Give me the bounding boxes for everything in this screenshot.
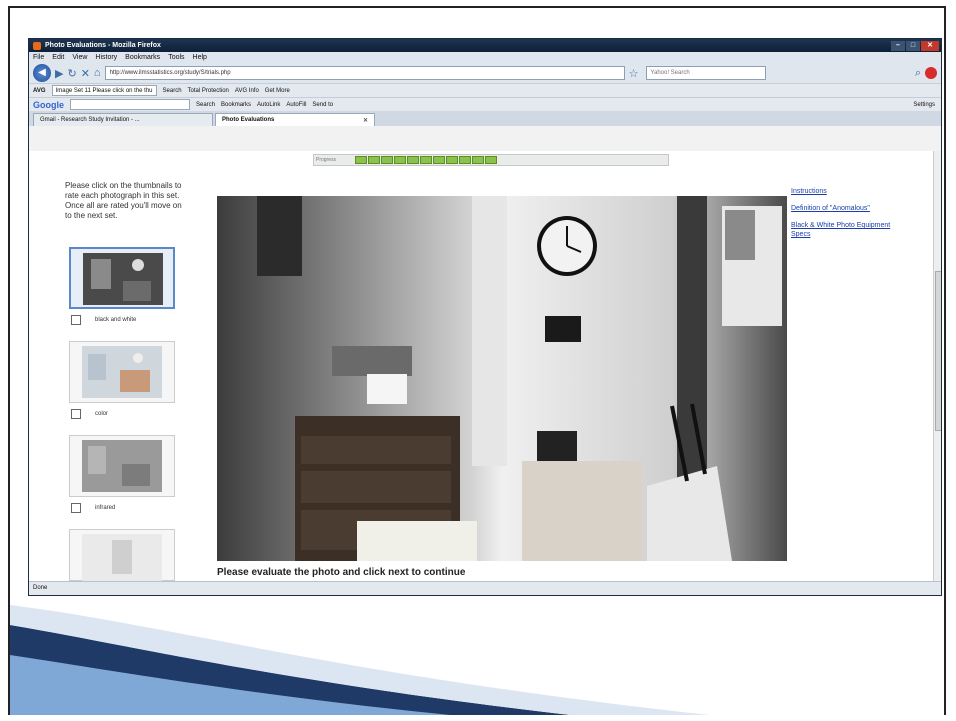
help-links: Instructions Definition of "Anomalous" B… [791,187,911,247]
progress-segment [446,156,458,164]
anomalous-definition-link[interactable]: Definition of "Anomalous" [791,204,911,213]
search-icon[interactable]: ⌕ [915,67,921,80]
image-set-field[interactable]: Image Set 11 Please click on the thu [51,85,157,96]
browser-window: Photo Evaluations - Mozilla Firefox – □ … [28,38,942,596]
thumbnail-black-and-white[interactable] [69,247,175,309]
settings-button[interactable]: Settings [913,102,935,108]
google-search-button[interactable]: Search [196,102,215,108]
search-placeholder: Yahoo! Search [650,70,690,76]
thumbnail-checkbox[interactable] [71,315,81,325]
google-bookmarks-button[interactable]: Bookmarks [221,102,251,108]
menu-bookmarks[interactable]: Bookmarks [125,54,160,61]
tab-strip: Gmail - Research Study Invitation - ... … [29,111,941,126]
progress-fill [355,156,497,164]
stop-icon[interactable]: ✕ [81,67,90,80]
progress-segment [394,156,406,164]
instructions-text: Please click on the thumbnails to rate e… [65,181,182,220]
autolink-button[interactable]: AutoLink [257,102,280,108]
thumbnail-label: color [95,411,109,417]
avg-search-button[interactable]: Search [163,88,182,94]
room-photo-image [217,196,787,561]
progress-bar: Progress [313,154,669,166]
progress-segment [433,156,445,164]
thumbnail-checkbox[interactable] [71,503,81,513]
reload-icon[interactable]: ↻ [67,67,76,80]
progress-segment [485,156,497,164]
evaluation-prompt: Please evaluate the photo and click next… [217,567,466,578]
vertical-scrollbar[interactable] [933,151,941,581]
close-button[interactable]: ✕ [921,40,939,51]
tab-gmail[interactable]: Gmail - Research Study Invitation - ... [33,113,213,126]
equipment-specs-link[interactable]: Black & White Photo Equipment Specs [791,221,911,239]
photo-tab-label: Photo Evaluations [222,117,275,123]
window-title: Photo Evaluations - Mozilla Firefox [45,42,161,49]
bookmark-star-icon[interactable]: ☆ [629,67,639,80]
google-toolbar: Google Search Bookmarks AutoLink AutoFil… [29,97,941,111]
thumbnail-infrared[interactable] [69,435,175,497]
thumbnail-label: black and white [95,317,137,323]
thumbnail-image [83,253,163,305]
status-text: Done [33,585,48,591]
progress-segment [368,156,380,164]
send-to-button[interactable]: Send to [312,102,333,108]
main-photo [217,196,787,561]
total-protection-button[interactable]: Total Protection [188,88,229,94]
menu-file[interactable]: File [33,54,44,61]
page-content: Progress Please click on the thumbnails … [29,151,941,586]
avg-label[interactable]: AVG [33,88,46,94]
instructions-link[interactable]: Instructions [791,187,911,196]
title-bar: Photo Evaluations - Mozilla Firefox – □ … [29,39,941,52]
slide-decoration [10,605,710,715]
maximize-button[interactable]: □ [906,40,920,51]
firefox-icon [33,41,41,50]
home-icon[interactable]: ⌂ [94,67,101,79]
progress-segment [420,156,432,164]
progress-label: Progress [316,157,337,163]
get-more-button[interactable]: Get More [265,88,290,94]
progress-segment [472,156,484,164]
menu-tools[interactable]: Tools [168,54,184,61]
status-bar: Done [29,581,941,595]
navigation-bar: ◀ ▶ ↻ ✕ ⌂ http://www.ilmsstatistics.org/… [29,63,941,83]
thumbnail-image [82,534,162,586]
search-input[interactable]: Yahoo! Search [646,66,767,80]
google-logo: Google [33,99,64,110]
minimize-button[interactable]: – [891,40,905,51]
progress-segment [381,156,393,164]
thumbnail-image [82,346,162,398]
thumbnail-label: infrared [95,505,116,511]
progress-segment [459,156,471,164]
thumbnail-color[interactable] [69,341,175,403]
progress-segment [407,156,419,164]
window-controls: – □ ✕ [891,40,939,51]
tab-photo-evaluations[interactable]: Photo Evaluations ✕ [215,113,375,126]
close-tab-icon[interactable]: ✕ [363,117,368,124]
menu-view[interactable]: View [72,54,87,61]
menu-edit[interactable]: Edit [52,54,64,61]
avg-info-button[interactable]: AVG Info [235,88,259,94]
thumbnail-checkbox[interactable] [71,409,81,419]
url-text: http://www.ilmsstatistics.org/study/S/tr… [109,70,231,76]
back-button[interactable]: ◀ [33,64,51,82]
scrollbar-thumb[interactable] [935,271,941,431]
autofill-button[interactable]: AutoFill [286,102,306,108]
progress-segment [355,156,367,164]
avg-toolbar: AVG Image Set 11 Please click on the thu… [29,83,941,97]
gmail-tab-label: Gmail - Research Study Invitation - ... [40,117,140,123]
menu-history[interactable]: History [95,54,117,61]
thumbnail-image [82,440,162,492]
menu-bar: File Edit View History Bookmarks Tools H… [29,52,941,63]
adblock-icon[interactable] [925,67,937,79]
thumbnail-next[interactable] [69,529,175,586]
forward-button[interactable]: ▶ [55,67,63,80]
google-search-input[interactable] [70,99,190,110]
menu-help[interactable]: Help [193,54,207,61]
url-bar[interactable]: http://www.ilmsstatistics.org/study/S/tr… [104,66,625,80]
